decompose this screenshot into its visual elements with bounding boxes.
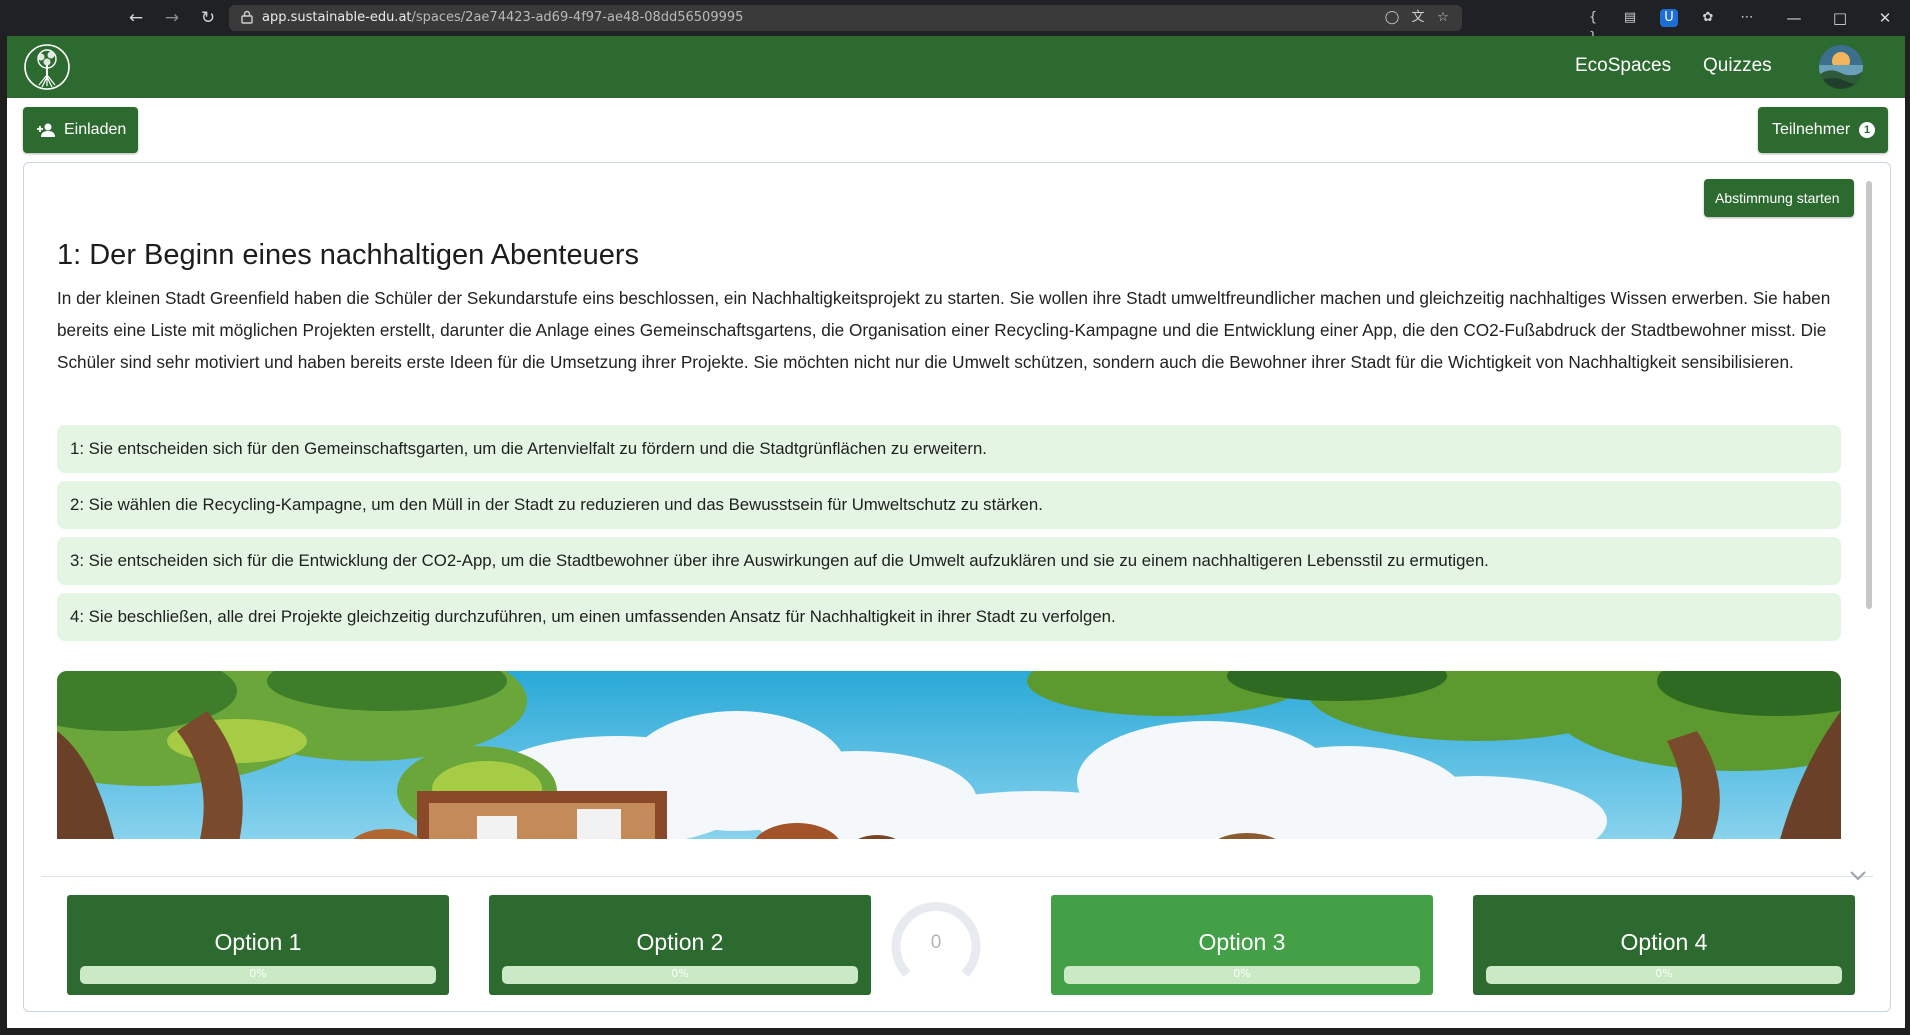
add-user-icon [37,123,55,137]
browser-toolbar: ← → ↻ app.sustainable-edu.at/spaces/2ae7… [0,0,1910,45]
option-progress-bar: 0% [80,966,436,984]
start-vote-label: Abstimmung starten [1715,190,1840,206]
window-frame [0,36,7,1035]
participants-count-badge: 1 [1859,122,1875,138]
page: EcoSpaces Quizzes Einladen Teilnehmer 1 … [7,36,1905,1028]
extension-u-icon[interactable]: U [1660,9,1678,27]
choice-item: 4: Sie beschließen, alle drei Projekte g… [57,593,1841,641]
story-text: In der kleinen Stadt Greenfield haben di… [57,288,1831,372]
vote-option-1[interactable]: Option 1 0% [67,895,449,995]
bookmark-icon[interactable]: ☆ [1434,9,1452,27]
story-illustration [57,671,1841,839]
nav-ecospaces[interactable]: EcoSpaces [1575,55,1671,77]
window-frame [1905,36,1910,1035]
avatar[interactable] [1819,45,1863,89]
option-label: Option 2 [636,929,724,955]
option-label: Option 3 [1198,929,1286,955]
option-percent: 0% [671,967,689,980]
minimize-icon[interactable]: — [1782,6,1806,30]
invite-label: Einladen [64,121,127,138]
start-vote-button[interactable]: Abstimmung starten [1704,179,1854,217]
option-progress-bar: 0% [502,966,858,984]
chevron-down-icon[interactable] [1847,864,1869,886]
avatar-image [1819,45,1863,89]
reader-icon[interactable]: ▤ [1620,8,1640,28]
vote-option-2[interactable]: Option 2 0% [489,895,871,995]
vote-timer: 0 [889,898,983,992]
window-frame [0,1028,1910,1035]
divider [41,876,1873,877]
maximize-icon[interactable]: □ [1828,6,1852,30]
option-progress-bar: 0% [1064,966,1420,984]
translate-icon[interactable]: 文 [1409,9,1427,27]
scrollbar[interactable] [1866,181,1872,609]
reload-icon[interactable]: ↻ [196,6,220,30]
extensions-icon[interactable]: ✿ [1698,8,1718,28]
choice-item: 1: Sie entscheiden sich für den Gemeinsc… [57,425,1841,473]
story-title: 1: Der Beginn eines nachhaltigen Abenteu… [57,239,640,271]
address-bar[interactable]: app.sustainable-edu.at/spaces/2ae74423-a… [229,5,1462,31]
option-progress-bar: 0% [1486,966,1842,984]
nav-quizzes[interactable]: Quizzes [1703,55,1772,77]
shield-icon[interactable]: ◯ [1383,9,1401,27]
option-percent: 0% [1233,967,1251,980]
participants-label: Teilnehmer [1772,121,1851,138]
illustration-scene [57,671,1841,839]
app-header: EcoSpaces Quizzes [7,36,1905,98]
lock-icon [241,10,253,24]
close-icon[interactable]: ✕ [1873,6,1897,30]
devtools-icon[interactable]: { } [1583,8,1603,45]
vote-option-3[interactable]: Option 3 0% [1051,895,1433,995]
participants-button[interactable]: Teilnehmer 1 [1758,107,1888,153]
choice-item: 3: Sie entscheiden sich für die Entwickl… [57,537,1841,585]
option-label: Option 4 [1620,929,1708,955]
tree-logo-icon[interactable] [23,43,71,91]
more-icon[interactable]: ⋯ [1737,8,1757,28]
story-scroll-area[interactable]: Abstimmung starten 1: Der Beginn eines n… [24,163,1890,839]
option-percent: 0% [1655,967,1673,980]
story-card: Abstimmung starten 1: Der Beginn eines n… [23,162,1891,1012]
invite-button[interactable]: Einladen [23,107,138,153]
back-icon[interactable]: ← [124,6,148,30]
choice-item: 2: Sie wählen die Recycling-Kampagne, um… [57,481,1841,529]
url-text: app.sustainable-edu.at/spaces/2ae74423-a… [262,10,744,25]
vote-option-4[interactable]: Option 4 0% [1473,895,1855,995]
timer-value: 0 [930,932,942,953]
option-label: Option 1 [214,929,302,955]
option-percent: 0% [249,967,267,980]
forward-icon[interactable]: → [160,6,184,30]
